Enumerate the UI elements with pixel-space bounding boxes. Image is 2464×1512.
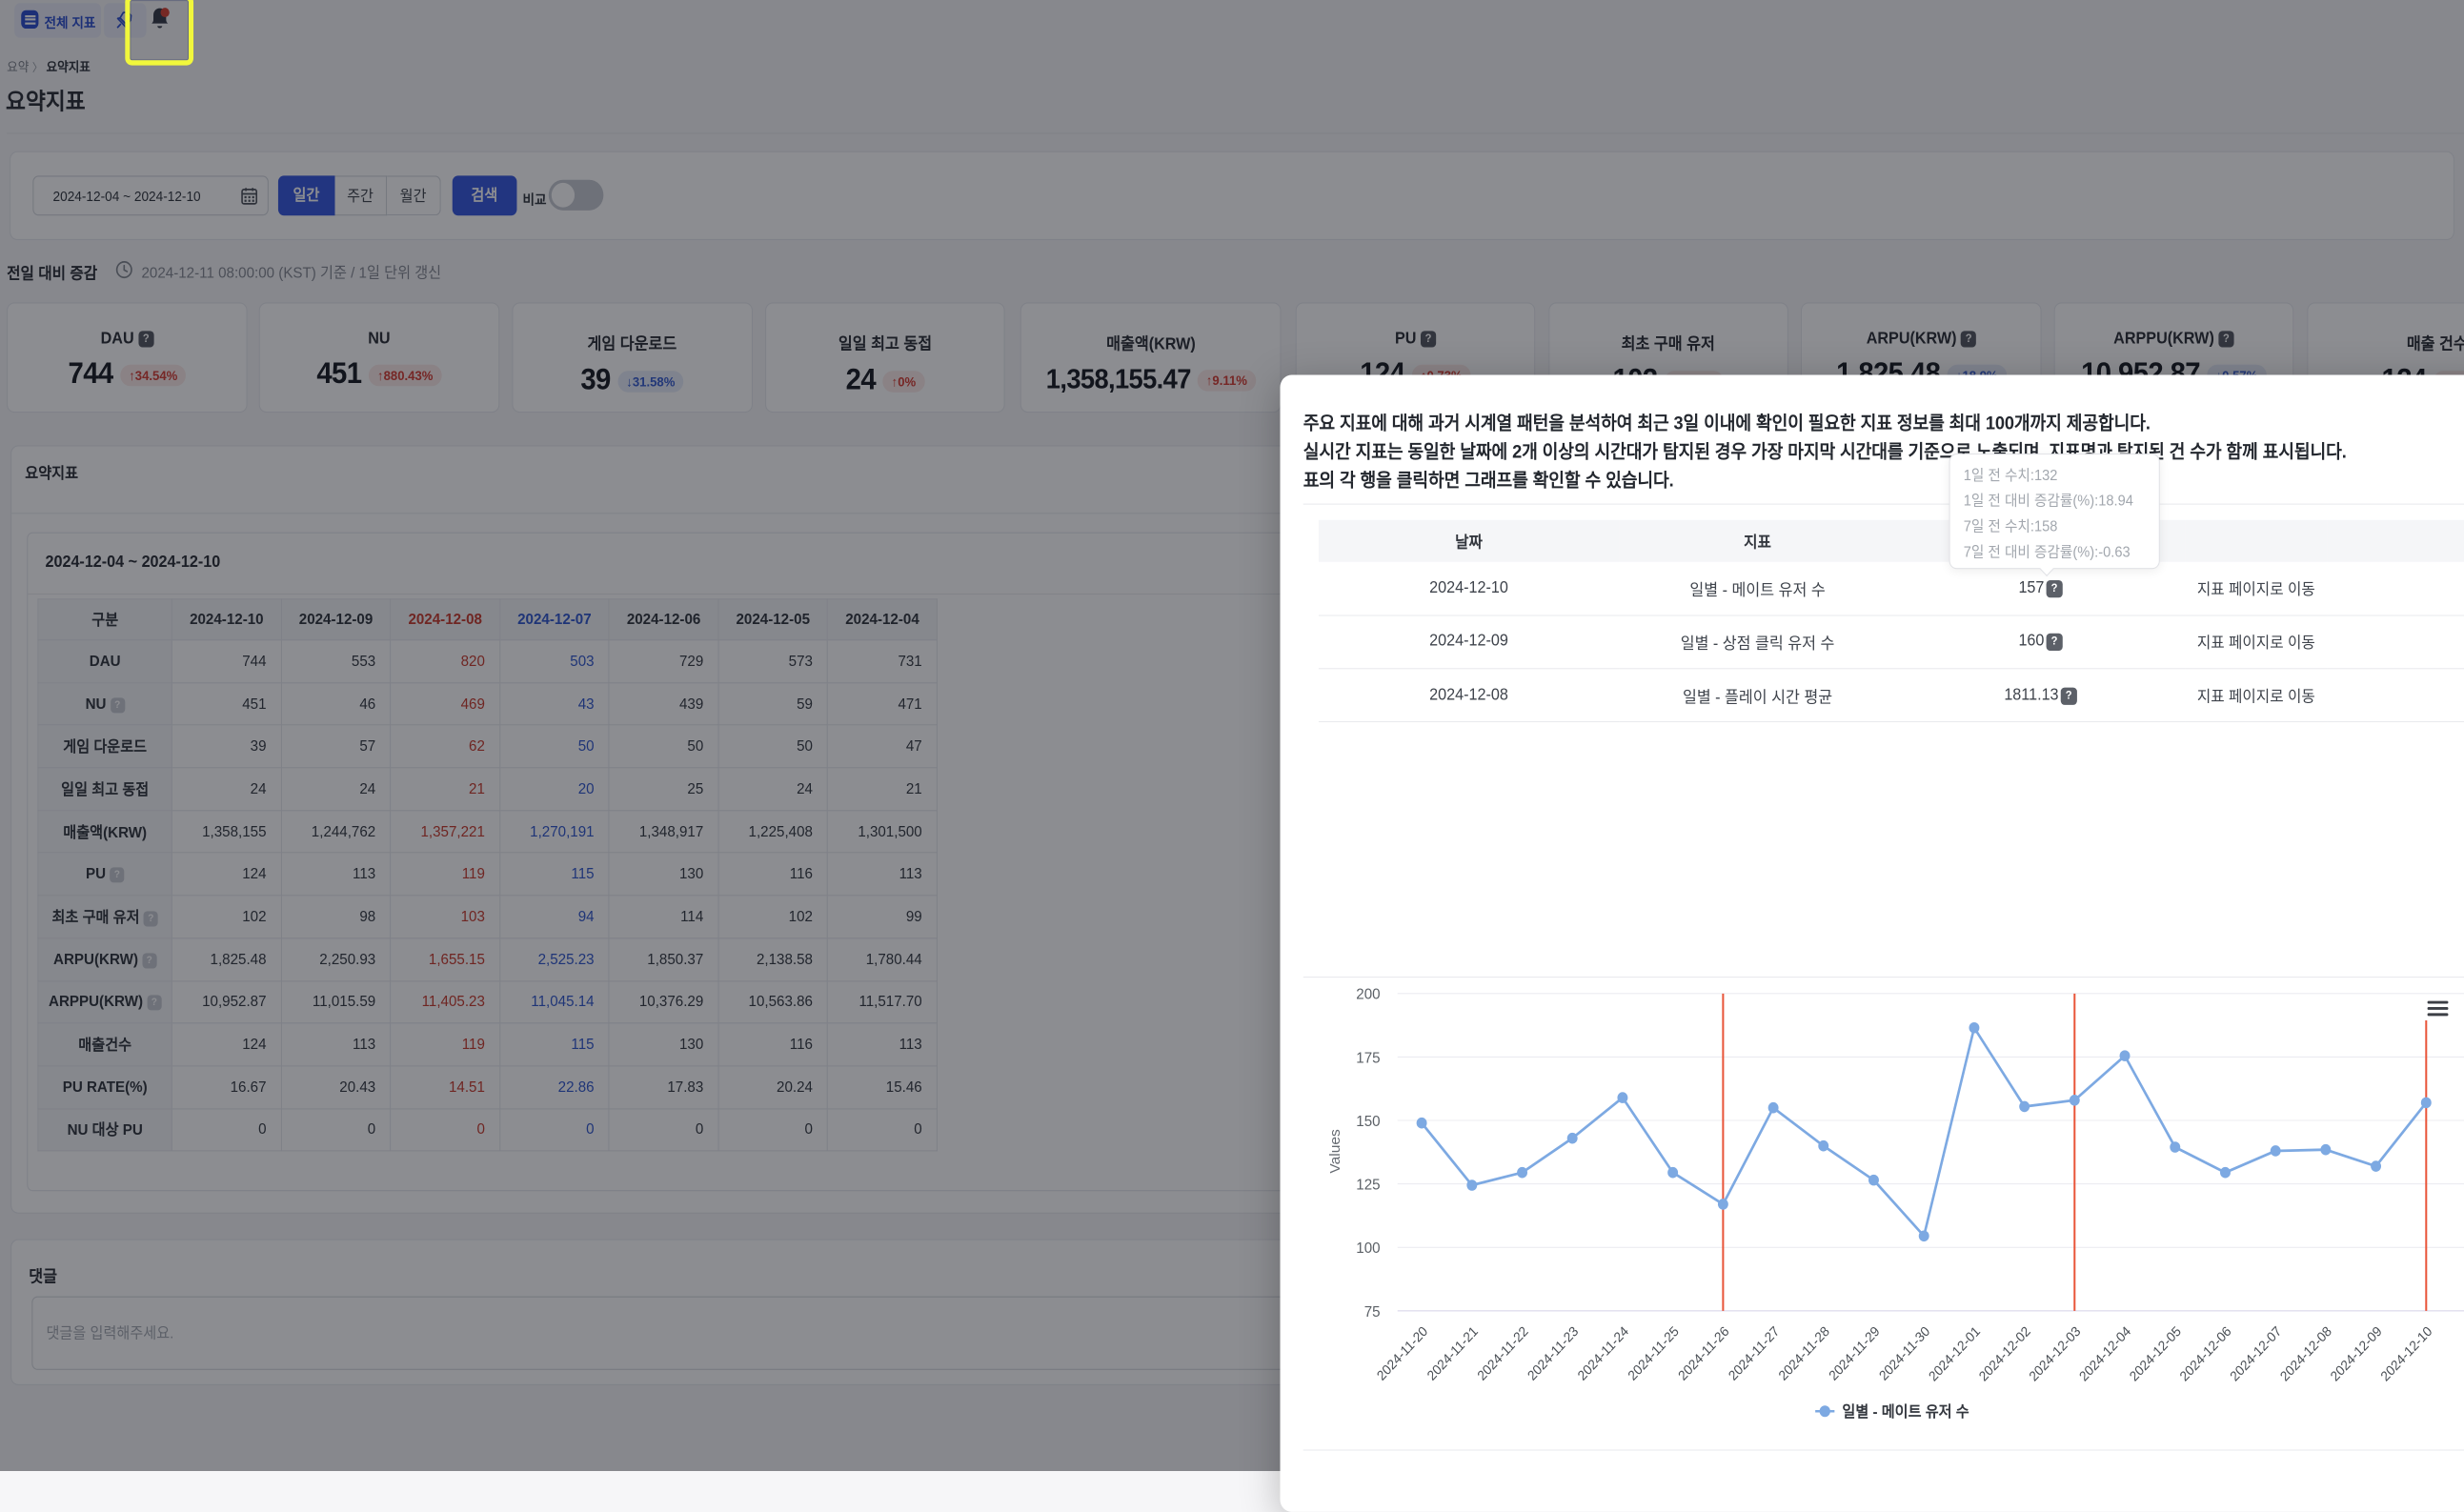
svg-text:일별 - 메이트 유저 수: 일별 - 메이트 유저 수	[1842, 1403, 1969, 1421]
svg-text:175: 175	[1356, 1050, 1381, 1066]
svg-text:2024-11-22: 2024-11-22	[1474, 1323, 1531, 1383]
svg-text:75: 75	[1364, 1303, 1381, 1320]
svg-text:2024-11-20: 2024-11-20	[1374, 1323, 1431, 1383]
svg-text:2024-11-27: 2024-11-27	[1726, 1323, 1783, 1383]
svg-text:2024-12-05: 2024-12-05	[2127, 1323, 2184, 1384]
svg-text:2024-11-26: 2024-11-26	[1675, 1323, 1732, 1383]
svg-text:2024-12-09: 2024-12-09	[2327, 1323, 2384, 1384]
svg-text:2024-12-06: 2024-12-06	[2176, 1323, 2233, 1384]
svg-text:2024-12-10: 2024-12-10	[2377, 1323, 2434, 1384]
svg-text:125: 125	[1356, 1177, 1381, 1193]
svg-text:2024-12-08: 2024-12-08	[2277, 1323, 2334, 1384]
svg-text:100: 100	[1356, 1240, 1381, 1257]
svg-text:2024-11-25: 2024-11-25	[1625, 1323, 1682, 1383]
svg-text:2024-12-07: 2024-12-07	[2227, 1323, 2284, 1384]
svg-text:150: 150	[1356, 1114, 1381, 1130]
svg-text:2024-11-24: 2024-11-24	[1575, 1323, 1632, 1383]
svg-text:2024-12-04: 2024-12-04	[2076, 1323, 2133, 1384]
svg-text:2024-11-29: 2024-11-29	[1826, 1323, 1883, 1383]
svg-text:2024-11-28: 2024-11-28	[1775, 1323, 1832, 1383]
svg-text:Values: Values	[1328, 1129, 1343, 1173]
svg-text:2024-12-02: 2024-12-02	[1976, 1323, 2033, 1384]
svg-text:2024-12-03: 2024-12-03	[2026, 1323, 2083, 1384]
svg-text:2024-12-01: 2024-12-01	[1926, 1323, 1983, 1384]
svg-text:2024-11-30: 2024-11-30	[1876, 1323, 1933, 1383]
svg-text:200: 200	[1356, 986, 1381, 1002]
svg-text:2024-11-23: 2024-11-23	[1525, 1323, 1582, 1383]
svg-text:2024-11-21: 2024-11-21	[1424, 1323, 1481, 1383]
